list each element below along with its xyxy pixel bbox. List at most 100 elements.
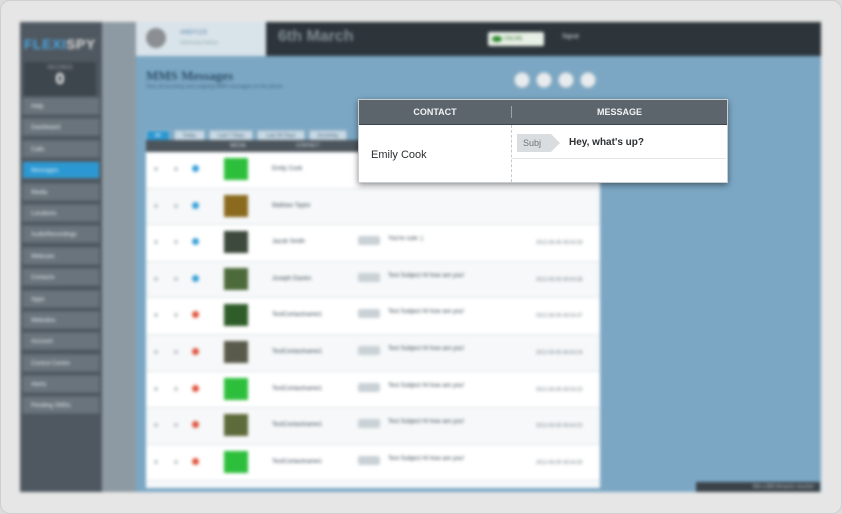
top-bar: ANDY123 Samsung Galaxy 6th March ONLINE …	[136, 22, 821, 56]
sidebar-item-webcam[interactable]: Webcam	[22, 246, 100, 265]
media-thumbnail[interactable]	[224, 194, 248, 217]
table-row[interactable]: TestContactname1 Test Subject Hi how are …	[146, 444, 600, 482]
sidebar-item-account[interactable]: Account	[22, 332, 100, 351]
row-flag[interactable]	[174, 167, 178, 171]
row-contact: Emily Cook	[272, 166, 303, 172]
direction-icon	[192, 165, 199, 172]
media-thumbnail[interactable]	[224, 377, 248, 400]
subject-tag	[358, 419, 380, 429]
row-flag[interactable]	[174, 386, 178, 391]
media-thumbnail[interactable]	[224, 231, 248, 254]
row-timestamp: 2012-06-05 06:54:38	[536, 276, 583, 283]
subject-tag	[358, 272, 380, 282]
subject-tag	[358, 236, 380, 246]
row-flag[interactable]	[174, 459, 178, 464]
user-tile[interactable]: ANDY123 Samsung Galaxy	[136, 22, 266, 56]
table-row[interactable]: TestContactname1 Test Subject Hi how are …	[146, 371, 600, 409]
popup-contact-name: Emily Cook	[371, 149, 427, 161]
search-button[interactable]	[558, 72, 574, 88]
sidebar-item-control-centre[interactable]: Control Centre	[22, 353, 100, 372]
row-contact: Mathew Taylor	[272, 202, 311, 209]
sidebar-item-help[interactable]: Help	[22, 97, 100, 115]
table-row[interactable]: Mathew Taylor	[146, 189, 600, 226]
sidebar-item-media[interactable]: Media	[22, 182, 100, 201]
delete-button[interactable]	[580, 72, 596, 88]
popup-header: CONTACT MESSAGE	[359, 100, 727, 125]
media-thumbnail[interactable]	[224, 158, 248, 180]
row-contact: TestContactname1	[272, 348, 323, 355]
sidebar-item-websites[interactable]: Websites	[22, 310, 100, 329]
media-thumbnail[interactable]	[224, 267, 248, 290]
popup-body: Emily Cook Subj Hey, what's up?	[359, 125, 727, 182]
table-row[interactable]: Joseph Davies Test Subject Hi how are you…	[146, 262, 600, 299]
signal-indicator: Signal	[562, 34, 579, 40]
row-checkbox[interactable]	[154, 386, 158, 391]
table-body: Emily Cook Mathew Taylor Jacob Smith You're…	[146, 152, 600, 482]
sidebar-item-locations[interactable]: Locations	[22, 203, 100, 222]
direction-icon	[192, 347, 199, 355]
table-row[interactable]: TestContactname1 Test Subject Hi how are …	[146, 408, 600, 445]
row-flag[interactable]	[174, 240, 178, 245]
row-checkbox[interactable]	[154, 423, 158, 428]
column-contact: CONTACT	[296, 143, 320, 149]
direction-icon	[192, 274, 199, 282]
row-timestamp: 2012-06-05 06:54:37	[536, 313, 583, 320]
sidebar-item-pending-smss[interactable]: Pending SMSs	[22, 396, 100, 415]
sidebar-item-contacts[interactable]: Contacts	[22, 268, 100, 287]
row-timestamp: 2012-06-05 06:54:20	[536, 459, 583, 466]
sidebar: FLEXISPY RECORDS 0 Help Dashboard Calls Mes…	[20, 22, 102, 492]
table-row[interactable]: Jacob Smith You're cute :) 2012-06-05 06:5…	[146, 225, 600, 262]
row-flag[interactable]	[174, 349, 178, 354]
row-timestamp: 2012-06-05 06:54:22	[536, 423, 583, 430]
subject-tag: Subj	[517, 134, 560, 152]
record-counter: RECORDS 0	[24, 62, 96, 96]
row-flag[interactable]	[174, 423, 178, 428]
row-checkbox[interactable]	[154, 203, 158, 208]
promo-badge[interactable]: Win a $50 Amazon voucher	[696, 482, 820, 492]
refresh-button[interactable]	[536, 72, 552, 88]
table-row[interactable]: TestContactname1 Test Subject Hi how are …	[146, 335, 600, 372]
popup-message-text: Hey, what's up?	[569, 137, 644, 148]
sidebar-item-apps[interactable]: Apps	[22, 289, 100, 308]
subject-tag	[358, 382, 380, 392]
view-button[interactable]	[514, 72, 530, 88]
sidebar-item-audiorecordings[interactable]: AudioRecordings	[22, 225, 100, 244]
row-checkbox[interactable]	[154, 313, 158, 318]
sidebar-item-dashboard[interactable]: Dashboard	[22, 118, 100, 137]
row-timestamp: 2012-06-05 06:54:39	[536, 240, 583, 247]
user-name: ANDY123	[180, 30, 207, 36]
table-row[interactable]: TestContactname1 Test Subject Hi how are …	[146, 298, 600, 335]
sidebar-item-alerts[interactable]: Alerts	[22, 375, 100, 394]
row-checkbox[interactable]	[154, 240, 158, 245]
row-flag[interactable]	[174, 313, 178, 318]
row-contact: Joseph Davies	[272, 275, 312, 282]
media-thumbnail[interactable]	[224, 340, 248, 363]
media-thumbnail[interactable]	[224, 450, 248, 473]
media-thumbnail[interactable]	[224, 414, 248, 437]
row-contact: TestContactname1	[272, 458, 323, 465]
logo: FLEXISPY	[24, 36, 96, 52]
counter-label: RECORDS	[47, 65, 73, 71]
popup-header-message: MESSAGE	[596, 107, 642, 117]
row-contact: TestContactname1	[272, 312, 323, 319]
row-flag[interactable]	[174, 203, 178, 208]
row-divider	[512, 158, 726, 159]
column-media: MEDIA	[230, 143, 246, 149]
direction-icon	[192, 311, 199, 319]
counter-value: 0	[55, 71, 65, 88]
row-timestamp: 2012-06-05 06:54:24	[536, 349, 583, 356]
row-flag[interactable]	[174, 276, 178, 281]
row-checkbox[interactable]	[154, 276, 158, 281]
row-contact: TestContactname1	[272, 385, 323, 392]
row-checkbox[interactable]	[154, 349, 158, 354]
media-thumbnail[interactable]	[224, 304, 248, 327]
row-checkbox[interactable]	[154, 459, 158, 464]
row-contact: TestContactname1	[272, 422, 323, 429]
row-checkbox[interactable]	[154, 167, 158, 171]
direction-icon	[192, 384, 199, 392]
column-divider	[511, 125, 512, 182]
message-preview-popup: CONTACT MESSAGE Emily Cook Subj Hey, wha…	[358, 99, 728, 183]
sidebar-item-messages[interactable]: Messages	[22, 161, 100, 180]
online-status-badge: ONLINE	[488, 32, 544, 46]
sidebar-item-calls[interactable]: Calls	[22, 139, 100, 158]
